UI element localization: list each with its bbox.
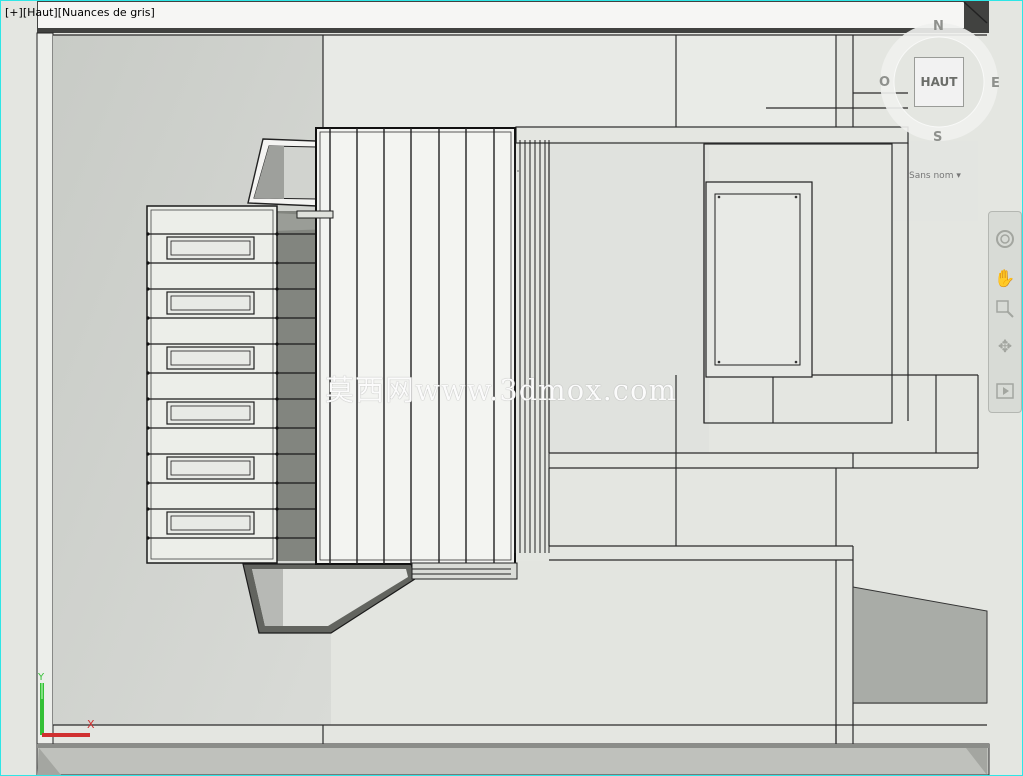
pan-icon[interactable]: ✋ xyxy=(994,268,1016,290)
axis-tripod: Y X xyxy=(35,669,105,741)
viewport-top[interactable]: [+][Haut][Nuances de gris] N S E O HAUT … xyxy=(0,0,1023,776)
viewport-menu-shading[interactable]: [Nuances de gris] xyxy=(58,6,155,19)
wcs-menu[interactable]: Sans nom ▾ xyxy=(909,171,961,181)
wcs-menu-label: Sans nom xyxy=(909,171,954,181)
viewport-menu-view[interactable]: [Haut] xyxy=(23,6,58,19)
showmotion-icon[interactable] xyxy=(994,380,1016,402)
axis-x-label: X xyxy=(87,718,95,731)
navigation-bar: ✋ ✥ xyxy=(988,211,1022,413)
compass-north[interactable]: N xyxy=(933,19,944,34)
full-navigation-wheel-icon[interactable] xyxy=(994,228,1016,250)
viewcube[interactable]: N S E O HAUT Sans nom ▾ xyxy=(879,19,1001,194)
orbit-icon[interactable]: ✥ xyxy=(994,336,1016,358)
viewport-label: [+][Haut][Nuances de gris] xyxy=(5,6,155,19)
viewcube-face-top[interactable]: HAUT xyxy=(914,57,964,107)
compass-east[interactable]: E xyxy=(991,76,1000,91)
zoom-window-icon[interactable] xyxy=(994,298,1016,320)
cad-drawing xyxy=(36,1,990,775)
chevron-down-icon: ▾ xyxy=(956,171,961,181)
compass-west[interactable]: O xyxy=(879,75,890,90)
compass-south[interactable]: S xyxy=(933,130,942,145)
axis-y-label: Y xyxy=(37,672,45,683)
viewport-menu-plus[interactable]: [+] xyxy=(5,6,23,19)
